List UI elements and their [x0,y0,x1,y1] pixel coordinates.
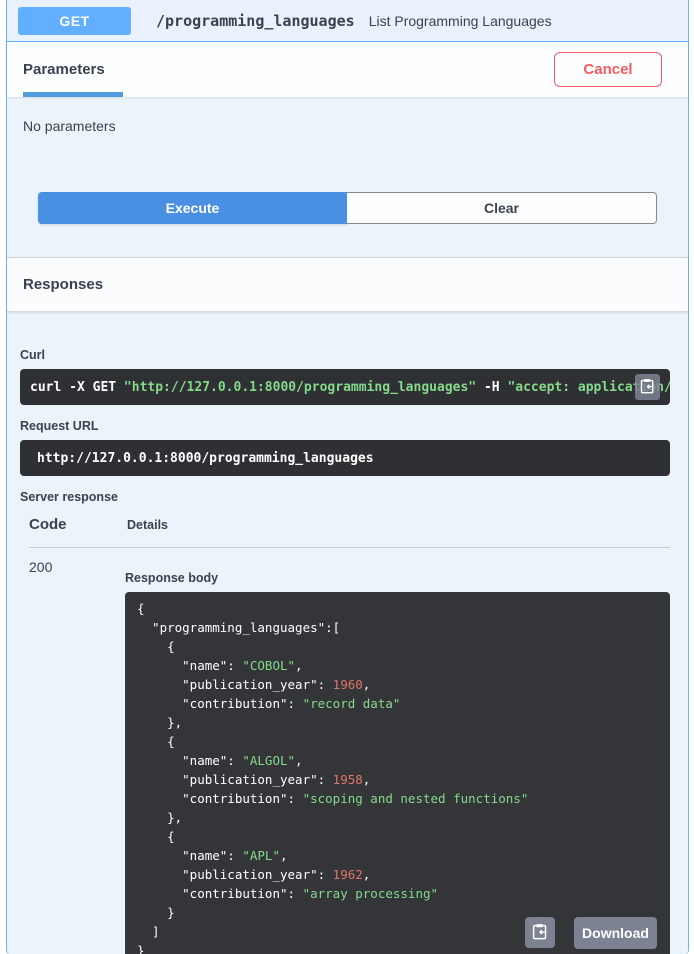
table-divider [29,547,670,548]
download-button[interactable]: Download [574,917,657,949]
clipboard-copy-icon [532,923,548,943]
parameters-section-header: Parameters Cancel [7,42,688,97]
no-parameters-text: No parameters [7,97,688,134]
curl-command-text: curl -X GET "http://127.0.0.1:8000/progr… [20,380,670,395]
response-body-block: { "programming_languages":[ { "name": "C… [125,592,670,954]
operation-summary-row[interactable]: GET /programming_languages List Programm… [7,0,688,42]
status-code: 200 [20,559,125,954]
code-column-header: Code [20,516,127,533]
request-url-value: http://127.0.0.1:8000/programming_langua… [20,451,374,466]
response-table-header: Code Details [20,516,670,533]
request-url-label: Request URL [20,419,670,433]
response-body-label: Response body [125,571,670,585]
execute-button-group: Execute Clear [7,192,688,224]
copy-curl-button[interactable] [635,374,660,400]
execute-button[interactable]: Execute [38,192,347,224]
curl-label: Curl [20,348,670,362]
server-response-table: Code Details 200 Response body { "progra… [20,516,670,954]
method-badge[interactable]: GET [18,7,131,35]
request-url-bar: http://127.0.0.1:8000/programming_langua… [20,440,670,476]
curl-command-bar: curl -X GET "http://127.0.0.1:8000/progr… [20,369,670,405]
endpoint-summary: List Programming Languages [369,13,552,29]
response-row-200: 200 Response body { "programming_languag… [20,559,670,954]
response-body-actions: Download [525,917,657,949]
active-tab-underline [23,92,123,97]
server-response-label: Server response [20,490,670,504]
endpoint-path: /programming_languages [156,12,355,30]
copy-response-button[interactable] [525,917,555,948]
parameters-tab-label: Parameters [21,61,107,78]
clipboard-copy-icon [640,378,655,397]
responses-section-header: Responses [7,257,688,312]
operation-block: GET /programming_languages List Programm… [6,0,689,954]
response-details-cell: Response body { "programming_languages":… [125,559,670,954]
responses-body: Curl curl -X GET "http://127.0.0.1:8000/… [7,348,688,954]
clear-button[interactable]: Clear [347,192,657,224]
details-column-header: Details [127,518,168,532]
responses-title: Responses [21,276,103,293]
tab-parameters[interactable]: Parameters [21,42,107,97]
response-body-json: { "programming_languages":[ { "name": "C… [125,592,670,954]
cancel-button[interactable]: Cancel [554,52,662,87]
